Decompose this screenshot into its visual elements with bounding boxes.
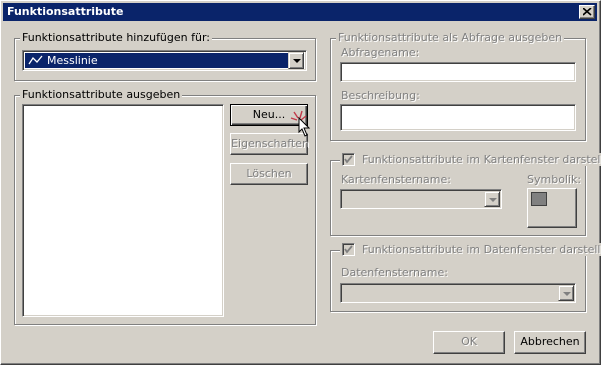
- map-window-name-label: Kartenfenstername:: [341, 173, 451, 186]
- query-legend: Funktionsattribute als Abfrage ausgeben: [336, 31, 565, 44]
- symbol-label: Symbolik:: [527, 173, 582, 186]
- symbol-button[interactable]: [527, 188, 577, 228]
- checkmark-icon: [344, 155, 353, 164]
- feature-type-selected: Messlinie: [25, 53, 288, 68]
- delete-button[interactable]: Löschen: [230, 163, 308, 185]
- map-window-name-combobox[interactable]: [340, 189, 502, 209]
- data-window-legend: Funktionsattribute im Datenfenster darst…: [362, 243, 601, 256]
- cancel-button-label: Abbrechen: [520, 335, 580, 348]
- map-window-legend: Funktionsattribute im Kartenfenster dars…: [362, 153, 601, 166]
- data-window-legend-wrap: Funktionsattribute im Datenfenster darst…: [340, 243, 601, 256]
- data-window-name-combobox[interactable]: [340, 283, 576, 303]
- title-bar[interactable]: Funktionsattribute: [3, 3, 597, 21]
- polyline-icon: [28, 55, 43, 65]
- close-button[interactable]: [579, 5, 595, 19]
- feature-type-combobox[interactable]: Messlinie: [22, 50, 307, 71]
- delete-button-label: Löschen: [246, 167, 292, 180]
- symbol-swatch: [531, 192, 547, 206]
- map-window-dropdown-button[interactable]: [484, 191, 500, 207]
- feature-type-dropdown-button[interactable]: [288, 52, 304, 69]
- new-button-label: Neu...: [252, 108, 286, 121]
- add-attributes-legend: Funktionsattribute hinzufügen für:: [20, 31, 213, 44]
- checkmark-icon: [344, 245, 353, 254]
- map-window-legend-wrap: Funktionsattribute im Kartenfenster dars…: [340, 153, 601, 166]
- data-window-name-label: Datenfenstername:: [341, 266, 448, 279]
- data-window-checkbox[interactable]: [342, 243, 355, 256]
- description-input[interactable]: [340, 104, 576, 131]
- output-attributes-legend: Funktionsattribute ausgeben: [20, 88, 183, 101]
- close-icon: [583, 8, 592, 16]
- data-window-dropdown-button[interactable]: [558, 285, 574, 301]
- mouse-cursor-icon: [290, 110, 311, 137]
- attributes-list[interactable]: [22, 104, 224, 317]
- description-label: Beschreibung:: [341, 89, 420, 102]
- ok-button-label: OK: [461, 335, 477, 348]
- query-name-input[interactable]: [340, 62, 576, 82]
- cancel-button[interactable]: Abbrechen: [514, 331, 586, 354]
- feature-type-value: Messlinie: [47, 54, 98, 67]
- map-window-checkbox[interactable]: [342, 153, 355, 166]
- ok-button[interactable]: OK: [433, 331, 505, 354]
- query-name-label: Abfragename:: [341, 46, 420, 59]
- window-title: Funktionsattribute: [7, 5, 124, 18]
